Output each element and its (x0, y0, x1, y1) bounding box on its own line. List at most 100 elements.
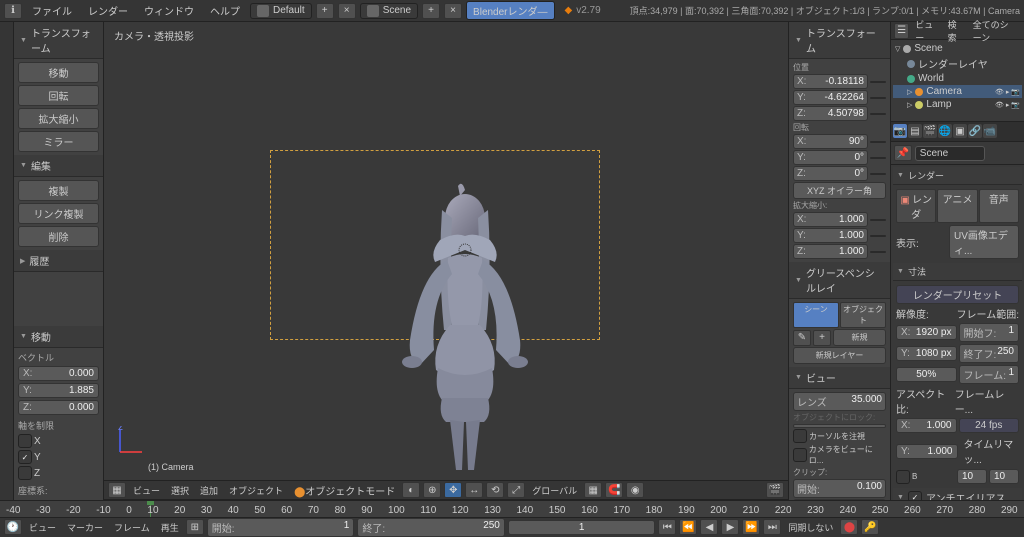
constrain-y-check[interactable] (18, 450, 32, 464)
display-dropdown[interactable]: UV画像エディ... (949, 225, 1019, 259)
tab-render-icon[interactable]: 📷 (893, 124, 907, 138)
scale-x-field[interactable]: X:1.000 (793, 212, 868, 227)
range-icon[interactable]: ⊞ (186, 519, 204, 535)
manip-rotate-icon[interactable]: ⟲ (486, 482, 504, 498)
mode-dropdown[interactable]: ⬤オブジェクトモード (290, 482, 399, 499)
keying-set-icon[interactable]: 🔑 (861, 519, 879, 535)
chevron-down-icon[interactable]: ▽ (895, 45, 900, 53)
fps-dropdown[interactable]: 24 fps (959, 418, 1020, 433)
link-duplicate-button[interactable]: リンク複製 (18, 203, 99, 224)
pin-icon[interactable]: 📌 (894, 145, 912, 161)
loc-y-field[interactable]: Y:-4.62264 (793, 90, 868, 105)
tab-data-icon[interactable]: 📹 (983, 124, 997, 138)
constrain-x-check[interactable] (18, 434, 32, 448)
duplicate-button[interactable]: 複製 (18, 180, 99, 201)
render-button[interactable]: ▣ レンダ (896, 189, 936, 223)
rotation-mode-dropdown[interactable]: XYZ オイラー角 (793, 182, 886, 199)
tree-world-label[interactable]: World (918, 73, 944, 84)
res-x-field[interactable]: X:1920 px (896, 325, 957, 340)
proportional-icon[interactable]: ◉ (626, 482, 644, 498)
lock-icon[interactable] (870, 113, 886, 115)
scale-button[interactable]: 拡大縮小 (18, 108, 99, 129)
tree-layer-label[interactable]: レンダーレイヤ (918, 56, 988, 71)
lock-icon[interactable] (870, 251, 886, 253)
np-gpencil-header[interactable]: グリースペンシルレイ (789, 262, 890, 299)
viewport-canvas[interactable]: カメラ・透視投影 z (1) Camera (104, 22, 788, 480)
orientation-dropdown[interactable]: グローバル (528, 483, 581, 498)
lock-icon[interactable] (870, 81, 886, 83)
cursor-follow-check[interactable] (793, 429, 807, 443)
layout-del-button[interactable]: × (338, 3, 356, 19)
keyframe-next-icon[interactable]: ⏩ (742, 519, 760, 535)
vp-menu-select[interactable]: 選択 (167, 483, 193, 498)
chevron-icon[interactable]: ▷ (907, 101, 912, 109)
play-reverse-icon[interactable]: ◀ (700, 519, 718, 535)
tl-menu-play[interactable]: 再生 (157, 520, 183, 535)
lock-icon[interactable] (870, 173, 886, 175)
tool-tab-strip[interactable] (0, 22, 14, 500)
aa-panel-header[interactable]: アンチエイリアス (893, 488, 1022, 500)
tab-object-icon[interactable]: ▣ (953, 124, 967, 138)
move-z-field[interactable]: Z:0.000 (18, 400, 99, 415)
engine-dropdown[interactable]: Blenderレンダ― (466, 1, 554, 20)
manipulator-toggle[interactable]: ✥ (444, 482, 462, 498)
move-x-field[interactable]: X:0.000 (18, 366, 99, 381)
operator-panel-header[interactable]: 移動 (14, 326, 103, 348)
editor-type-icon[interactable]: ℹ (4, 3, 22, 19)
tab-scene-icon[interactable]: 🎬 (923, 124, 937, 138)
render-preset-dropdown[interactable]: レンダープリセット (896, 285, 1019, 304)
vp-menu-view[interactable]: ビュー (129, 483, 164, 498)
frame-start-field[interactable]: 開始フ:1 (959, 323, 1020, 342)
manip-scale-icon[interactable]: ⤢ (507, 482, 525, 498)
scene-del-button[interactable]: × (444, 3, 462, 19)
play-icon[interactable]: ▶ (721, 519, 739, 535)
gp-scene-tab[interactable]: シーン (793, 302, 839, 328)
visibility-icons[interactable]: 👁 ▸ 📷 (995, 101, 1020, 109)
history-panel-header[interactable]: 履歴 (14, 250, 103, 272)
frame-step-field[interactable]: フレーム:1 (959, 365, 1020, 384)
menu-help[interactable]: ヘルプ (204, 1, 246, 20)
move-button[interactable]: 移動 (18, 62, 99, 83)
manip-translate-icon[interactable]: ↔ (465, 482, 483, 498)
autokey-icon[interactable]: ⬤ (840, 519, 858, 535)
render-panel-header[interactable]: レンダー (893, 167, 1022, 185)
pivot-icon[interactable]: ⊕ (423, 482, 441, 498)
snap-icon[interactable]: 🧲 (605, 482, 623, 498)
outliner-type-icon[interactable]: ☰ (894, 23, 909, 39)
sync-mode-dropdown[interactable]: 同期しない (784, 520, 837, 535)
vp-menu-object[interactable]: オブジェクト (225, 483, 287, 498)
mirror-button[interactable]: ミラー (18, 131, 99, 152)
tab-world-icon[interactable]: 🌐 (938, 124, 952, 138)
aspect-x-field[interactable]: X:1.000 (896, 418, 957, 433)
aa-enable-check[interactable] (908, 491, 922, 501)
layers-icon[interactable]: ▦ (584, 482, 602, 498)
loc-z-field[interactable]: Z:4.50798 (793, 106, 868, 121)
menu-window[interactable]: ウィンドウ (138, 1, 200, 20)
constrain-z-check[interactable] (18, 466, 32, 480)
loc-x-field[interactable]: X:-0.18118 (793, 74, 868, 89)
transform-panel-header[interactable]: トランスフォーム (14, 22, 103, 59)
scale-y-field[interactable]: Y:1.000 (793, 228, 868, 243)
edit-panel-header[interactable]: 編集 (14, 155, 103, 177)
tl-current-field[interactable]: 1 (508, 520, 656, 535)
frame-end-field[interactable]: 終了フ:250 (959, 344, 1020, 363)
move-y-field[interactable]: Y:1.885 (18, 383, 99, 398)
scale-z-field[interactable]: Z:1.000 (793, 244, 868, 259)
lock-icon[interactable] (870, 235, 886, 237)
lock-icon[interactable] (870, 97, 886, 99)
scene-add-button[interactable]: + (422, 3, 440, 19)
jump-end-icon[interactable]: ⏭ (763, 519, 781, 535)
delete-button[interactable]: 削除 (18, 226, 99, 247)
tl-start-field[interactable]: 開始:1 (207, 518, 355, 537)
jump-start-icon[interactable]: ⏮ (658, 519, 676, 535)
cam-to-view-check[interactable] (793, 448, 807, 462)
rotate-button[interactable]: 回転 (18, 85, 99, 106)
remap-new-field[interactable]: 10 (989, 469, 1019, 484)
gp-object-tab[interactable]: オブジェクト (840, 302, 886, 328)
scene-name-field[interactable]: Scene (915, 146, 985, 161)
clip-end-field[interactable]: 終了:1000.000 (793, 499, 886, 500)
lock-icon[interactable] (870, 157, 886, 159)
tl-menu-view[interactable]: ビュー (25, 520, 60, 535)
res-y-field[interactable]: Y:1080 px (896, 346, 957, 361)
tab-renderlayers-icon[interactable]: ▤ (908, 124, 922, 138)
